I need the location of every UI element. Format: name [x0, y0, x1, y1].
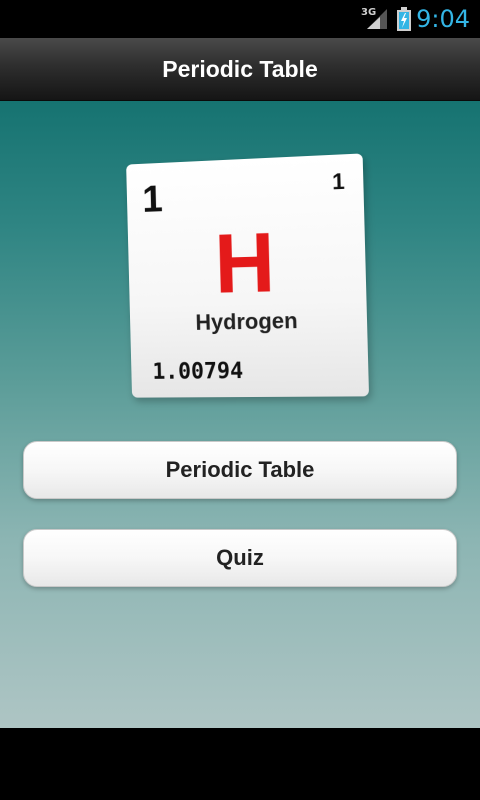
screen: 3G 9:04 Periodic Table 1 1 H Hydrogen 1.… [0, 0, 480, 800]
corner-number: 1 [331, 168, 346, 195]
status-time: 9:04 [416, 5, 470, 33]
battery-charging-icon [397, 7, 411, 31]
atomic-number: 1 [141, 178, 164, 221]
status-bar: 3G 9:04 [0, 0, 480, 38]
atomic-mass: 1.00794 [152, 359, 244, 385]
element-name: Hydrogen [195, 307, 298, 335]
main-content: 1 1 H Hydrogen 1.00794 Periodic Table Qu… [0, 101, 480, 728]
quiz-button-label: Quiz [216, 545, 264, 570]
quiz-button[interactable]: Quiz [23, 529, 457, 587]
app-title-bar: Periodic Table [0, 38, 480, 101]
bottom-black-area [0, 728, 480, 800]
element-symbol: H [213, 214, 277, 311]
periodic-table-button-label: Periodic Table [165, 457, 315, 482]
periodic-table-button[interactable]: Periodic Table [23, 441, 457, 499]
hydrogen-element-card: 1 1 H Hydrogen 1.00794 [126, 153, 370, 398]
app-title: Periodic Table [162, 55, 318, 82]
signal-strength-icon [367, 9, 387, 29]
